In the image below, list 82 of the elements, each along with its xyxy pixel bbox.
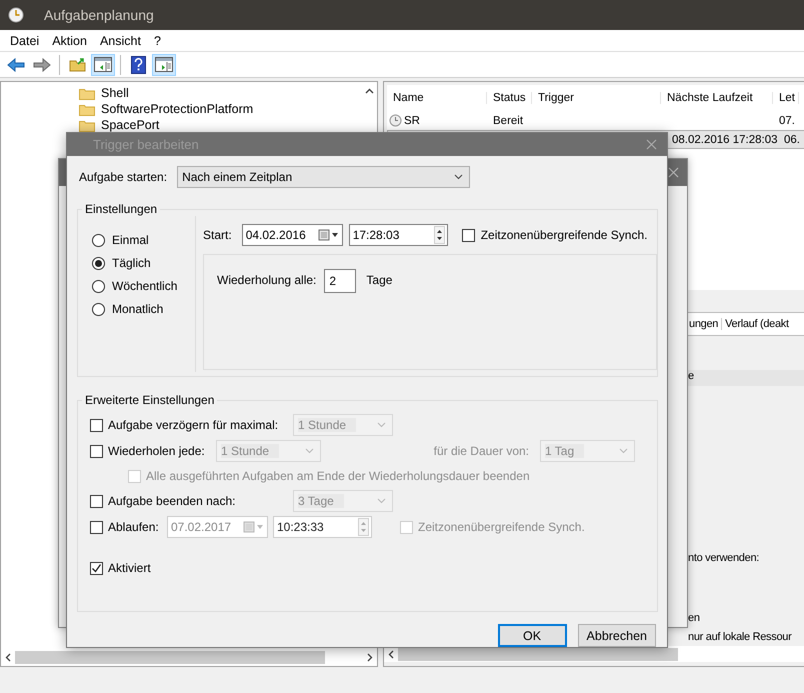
field-label: für die Dauer von: bbox=[434, 444, 529, 458]
group-title: Einstellungen bbox=[84, 202, 158, 216]
field-label: Wiederholung alle: bbox=[217, 273, 316, 287]
folder-icon bbox=[79, 102, 95, 116]
forward-arrow-icon[interactable] bbox=[33, 58, 51, 72]
dropdown[interactable]: Nach einem Zeitplan bbox=[177, 166, 470, 188]
checkbox-label[interactable]: Zeitzonenübergreifende Synch. bbox=[480, 228, 648, 242]
checkbox-label[interactable]: Aufgabe beenden nach: bbox=[108, 494, 288, 508]
radio-button[interactable] bbox=[92, 234, 105, 246]
checkbox-label[interactable]: Wiederholen jede: bbox=[108, 444, 211, 458]
checkbox-label[interactable]: Ablaufen: bbox=[108, 520, 162, 534]
menu-item[interactable]: Ansicht bbox=[94, 34, 148, 48]
tab[interactable]: Verlauf (deakt bbox=[722, 318, 792, 330]
checkbox[interactable] bbox=[462, 228, 475, 242]
folder-icon[interactable] bbox=[68, 57, 86, 72]
checkbox[interactable] bbox=[90, 444, 103, 458]
radio-button[interactable] bbox=[92, 256, 105, 270]
table-cell: SR bbox=[404, 114, 420, 126]
scrollbar-thumb[interactable] bbox=[398, 648, 678, 660]
menu-item[interactable]: Aktion bbox=[46, 34, 94, 48]
detail-text: nur auf lokale Ressour bbox=[687, 631, 793, 643]
time-field[interactable]: 17:28:03 bbox=[348, 224, 448, 246]
caret-icon bbox=[305, 448, 314, 454]
scrollbar-thumb[interactable] bbox=[15, 651, 325, 664]
number-field[interactable]: 2 bbox=[324, 269, 356, 293]
checkbox[interactable] bbox=[90, 520, 103, 534]
help-icon[interactable] bbox=[130, 56, 146, 74]
detail-text: e bbox=[686, 370, 804, 386]
detail-text: nto verwenden: bbox=[687, 552, 760, 564]
checkbox[interactable] bbox=[90, 494, 103, 508]
folder-icon bbox=[79, 86, 95, 100]
tree-item[interactable]: Shell bbox=[101, 86, 129, 100]
date-field[interactable]: 04.02.2016 bbox=[242, 224, 343, 246]
radio-button[interactable] bbox=[92, 302, 105, 316]
window-title: Aufgabenplanung bbox=[44, 7, 154, 23]
radio-label[interactable]: Monatlich bbox=[112, 302, 164, 316]
calendar-icon[interactable] bbox=[318, 229, 340, 241]
radio-label[interactable]: Einmal bbox=[112, 233, 149, 247]
group-title: Erweiterte Einstellungen bbox=[84, 393, 216, 407]
time-field[interactable]: 10:23:33 bbox=[273, 516, 372, 538]
column-header[interactable]: Name bbox=[387, 92, 487, 104]
clock-icon bbox=[389, 114, 402, 127]
radio-button[interactable] bbox=[92, 280, 105, 292]
checkbox-label[interactable]: Aktiviert bbox=[108, 561, 151, 575]
checkbox[interactable] bbox=[90, 562, 103, 574]
detail-text: en bbox=[687, 612, 701, 624]
table-cell: 07. bbox=[779, 114, 795, 126]
column-header[interactable]: Nächste Laufzeit bbox=[661, 92, 773, 104]
radio-label[interactable]: Wöchentlich bbox=[112, 279, 178, 293]
scroll-right-icon[interactable] bbox=[367, 653, 373, 662]
pane-toggle-icon[interactable] bbox=[94, 57, 112, 72]
ok-button[interactable]: OK bbox=[498, 624, 567, 647]
spinner-icon[interactable] bbox=[434, 226, 445, 244]
caret-icon bbox=[377, 422, 386, 428]
caret-icon bbox=[377, 498, 386, 504]
checkbox-label[interactable]: Aufgabe verzögern für maximal: bbox=[108, 418, 288, 432]
field-label: Aufgabe starten: bbox=[79, 170, 168, 184]
scroll-left-icon[interactable] bbox=[5, 653, 11, 662]
caret-icon bbox=[454, 174, 464, 180]
back-arrow-icon[interactable] bbox=[7, 58, 25, 72]
clock-icon bbox=[8, 7, 24, 23]
radio-label[interactable]: Täglich bbox=[112, 256, 151, 270]
pane-toggle-icon[interactable] bbox=[155, 57, 173, 72]
close-icon[interactable] bbox=[668, 167, 679, 178]
caret-icon bbox=[619, 448, 628, 454]
column-header[interactable]: Trigger bbox=[532, 92, 661, 104]
table-cell: Bereit bbox=[493, 114, 524, 126]
table-cell: 08.02.2016 17:28:03 bbox=[672, 134, 778, 146]
scroll-left-icon[interactable] bbox=[388, 650, 394, 658]
menu-item[interactable]: ? bbox=[148, 34, 168, 48]
cancel-button[interactable]: Abbrechen bbox=[578, 624, 656, 647]
tree-item[interactable]: SoftwareProtectionPlatform bbox=[101, 102, 254, 116]
tree-item[interactable]: SpacePort bbox=[101, 118, 160, 132]
menu-item[interactable]: Datei bbox=[4, 34, 46, 48]
column-header[interactable]: Status bbox=[487, 92, 532, 104]
task-row[interactable]: SR Bereit 07. bbox=[387, 111, 804, 130]
table-cell: 06. bbox=[784, 134, 800, 146]
column-header[interactable]: Let bbox=[773, 92, 799, 104]
unit-label: Tage bbox=[366, 273, 392, 287]
scroll-up-icon[interactable] bbox=[364, 88, 374, 94]
checkbox[interactable] bbox=[90, 418, 103, 432]
field-label: Start: bbox=[203, 228, 232, 242]
